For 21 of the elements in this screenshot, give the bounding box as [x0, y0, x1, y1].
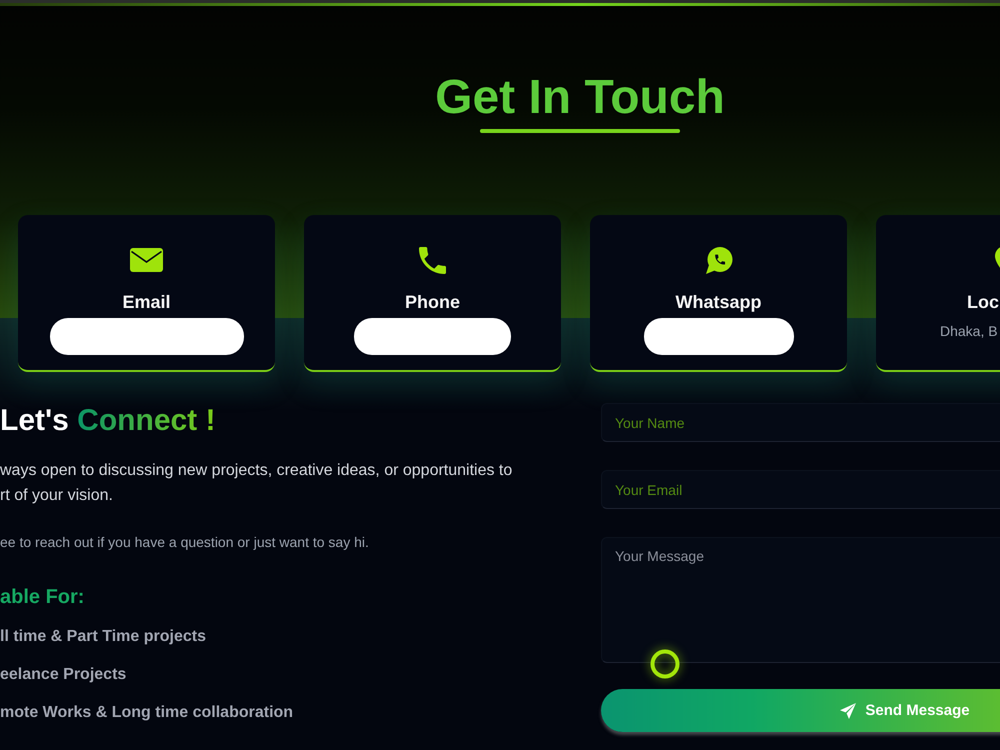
paper-plane-icon: [840, 702, 856, 718]
availability-heading: able For:: [0, 585, 84, 610]
text-field[interactable]: Your Name: [601, 403, 1000, 442]
send-button[interactable]: Send Message: [601, 689, 1000, 732]
intro-paragraph: ways open to discussing new projects, creative ideas, or opportunities to rt of your vision.: [0, 461, 512, 506]
envelope-icon: [130, 248, 163, 272]
availability-item: ll time & Part Time projects: [0, 627, 207, 647]
text-field[interactable]: Your Email: [601, 470, 1000, 509]
message-field[interactable]: Your Message: [601, 537, 1000, 663]
card-value: Dhaka, B: [940, 322, 998, 341]
card-label: Email: [122, 291, 171, 313]
availability-item: mote Works & Long time collaboration: [0, 703, 294, 723]
page-title: Get In Touch: [435, 70, 725, 126]
card-label: Whatsapp: [675, 291, 762, 313]
chat-phone-icon: [704, 246, 732, 274]
intro-note: ee to reach out if you have a question or just want to say hi.: [0, 533, 369, 552]
availability-item: eelance Projects: [0, 665, 128, 685]
ring-icon: [650, 649, 680, 679]
card-label: Loc: [967, 291, 1000, 313]
card-label: Phone: [404, 291, 460, 313]
phone-icon: [419, 246, 446, 274]
